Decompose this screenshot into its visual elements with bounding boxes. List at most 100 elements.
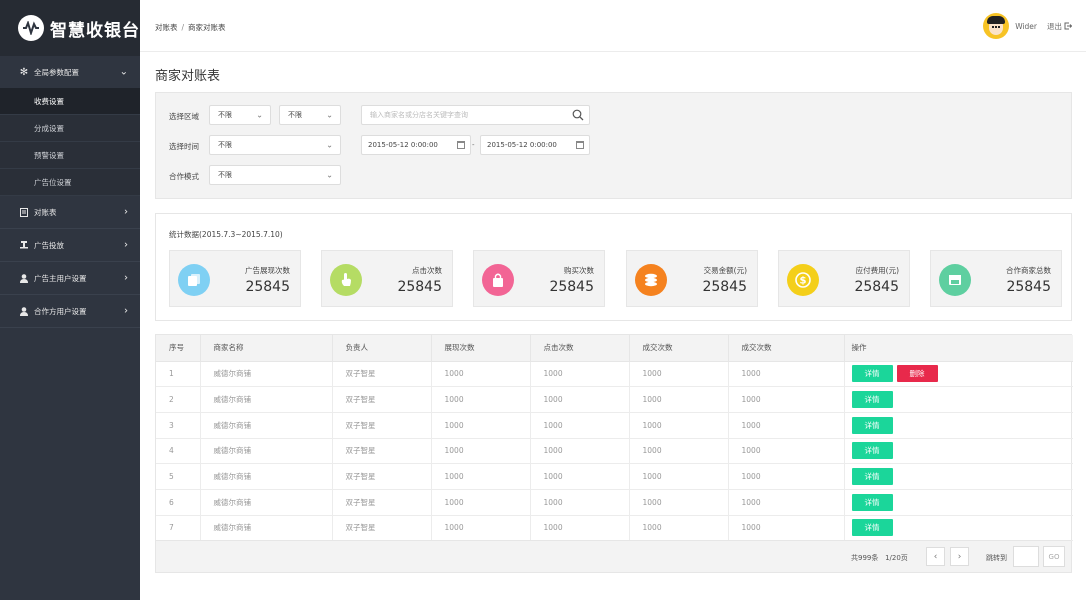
next-page-button[interactable]: › <box>950 547 969 566</box>
table-cell: 1000 <box>431 412 531 439</box>
table-cell: 1000 <box>530 386 630 413</box>
table-cell: 1000 <box>629 361 729 388</box>
time-label: 选择时间 <box>169 142 199 151</box>
column-header: 序号 <box>156 335 201 362</box>
table-row: 5 威德尔商铺 双子智星 1000 1000 1000 1000 详情 <box>156 463 1073 490</box>
user-name[interactable]: Wider <box>1015 22 1037 31</box>
page-title: 商家对账表 <box>155 69 221 84</box>
table-cell: 双子智星 <box>332 489 432 516</box>
hand-pointer-icon <box>330 264 362 296</box>
reconciliation-table: 序号 商家名称 负责人 展现次数 点击次数 成交次数 成交次数 操作 1 威德尔商… <box>155 334 1073 573</box>
logout-button[interactable]: 退出 <box>1047 21 1072 32</box>
table-cell: 1000 <box>629 412 729 439</box>
breadcrumb-item[interactable]: 对账表 <box>155 23 178 32</box>
mode-select[interactable]: 不限 ⌄ <box>209 165 341 185</box>
table-cell: 威德尔商铺 <box>200 386 333 413</box>
table-cell: 1000 <box>530 438 630 465</box>
breadcrumb-current: 商家对账表 <box>188 23 226 32</box>
date-from-input[interactable]: 2015-05-12 0:00:00 <box>361 135 471 155</box>
filter-panel: 选择区域 不限 ⌄ 不限 ⌄ 输入商家名或分店名关键字查询 选择时间 不限 ⌄ 201… <box>155 92 1072 199</box>
chevron-right-icon: › <box>124 206 128 218</box>
sidebar-sub-share-settings[interactable]: 分成设置 <box>0 115 140 142</box>
table-cell: 双子智星 <box>332 412 432 439</box>
copy-icon <box>178 264 210 296</box>
calendar-icon <box>576 141 584 149</box>
chevron-right-icon: › <box>957 551 962 562</box>
stats-panel: 统计数据(2015.7.3~2015.7.10) 广告展现次数 25845 点击… <box>155 213 1072 321</box>
detail-button[interactable]: 详情 <box>851 519 893 537</box>
sidebar-sub-adslot-settings[interactable]: 广告位设置 <box>0 169 140 196</box>
search-icon[interactable] <box>572 109 584 121</box>
time-select[interactable]: 不限 ⌄ <box>209 135 341 155</box>
table-cell: 1000 <box>431 386 531 413</box>
sidebar-item-label: 全局参数配置 <box>34 67 79 77</box>
detail-button[interactable]: 详情 <box>851 365 893 383</box>
region-select-1[interactable]: 不限 ⌄ <box>209 105 271 125</box>
chevron-left-icon: ‹ <box>933 551 938 562</box>
sidebar-sub-alert-settings[interactable]: 预警设置 <box>0 142 140 169</box>
column-header: 展现次数 <box>431 335 531 362</box>
prev-page-button[interactable]: ‹ <box>926 547 945 566</box>
sidebar-item-reconciliation[interactable]: 对账表 › <box>0 196 140 229</box>
actions-cell: 详情 <box>844 463 1073 490</box>
avatar[interactable] <box>983 13 1010 39</box>
sidebar-item-label: 广告主用户设置 <box>34 273 87 283</box>
table-cell: 威德尔商铺 <box>200 438 333 465</box>
jump-label: 跳转到 <box>986 554 1007 562</box>
sidebar-item-label: 对账表 <box>34 207 57 217</box>
sidebar-item-ad-delivery[interactable]: 广告投放 › <box>0 229 140 262</box>
table-cell: 1000 <box>728 412 845 439</box>
table-cell: 1000 <box>530 412 630 439</box>
table-header-row: 序号 商家名称 负责人 展现次数 点击次数 成交次数 成交次数 操作 <box>156 335 1073 362</box>
chevron-down-icon: ⌄ <box>326 140 333 150</box>
dollar-coin-icon: $ <box>787 264 819 296</box>
sidebar-sub-fee-settings[interactable]: 收费设置 <box>0 88 140 115</box>
column-header: 操作 <box>844 335 1073 362</box>
delete-button[interactable]: 删除 <box>896 365 938 383</box>
table-cell: 6 <box>156 489 201 516</box>
detail-button[interactable]: 详情 <box>851 442 893 460</box>
sidebar-item-global-config[interactable]: ✻ 全局参数配置 ⌄ <box>0 56 140 88</box>
detail-button[interactable]: 详情 <box>851 468 893 486</box>
search-input[interactable]: 输入商家名或分店名关键字查询 <box>361 105 590 125</box>
table-cell: 威德尔商铺 <box>200 463 333 490</box>
stat-card-transaction-amount: 交易金额(元) 25845 <box>626 250 758 307</box>
table-cell: 1000 <box>431 361 531 388</box>
table-cell: 1000 <box>728 361 845 388</box>
jump-page-input[interactable] <box>1013 546 1039 567</box>
chevron-down-icon: ⌄ <box>119 66 128 78</box>
table-cell: 1000 <box>728 463 845 490</box>
detail-button[interactable]: 详情 <box>851 416 893 434</box>
shopping-bag-icon <box>482 264 514 296</box>
chevron-right-icon: › <box>124 239 128 251</box>
go-button[interactable]: GO <box>1043 546 1065 567</box>
table-cell: 1000 <box>629 489 729 516</box>
sidebar-item-advertiser-settings[interactable]: 广告主用户设置 › <box>0 262 140 295</box>
table-cell: 威德尔商铺 <box>200 489 333 516</box>
brand-logo[interactable]: 智慧收银台 <box>0 0 140 56</box>
table-cell: 1000 <box>728 386 845 413</box>
sidebar-item-label: 广告投放 <box>34 240 64 250</box>
table-cell: 威德尔商铺 <box>200 412 333 439</box>
gear-icon: ✻ <box>19 66 29 78</box>
pagination: 共999条 1/20页 ‹ › 跳转到 GO <box>156 540 1071 572</box>
table-cell: 4 <box>156 438 201 465</box>
mode-label: 合作模式 <box>169 172 199 181</box>
table-cell: 1000 <box>629 515 729 542</box>
table-cell: 1 <box>156 361 201 388</box>
table-cell: 5 <box>156 463 201 490</box>
table-cell: 7 <box>156 515 201 542</box>
logout-icon <box>1064 22 1072 30</box>
actions-cell: 详情 删除 <box>844 361 1073 388</box>
table-cell: 1000 <box>530 361 630 388</box>
stat-card-payable: $ 应付费用(元) 25845 <box>778 250 910 307</box>
sidebar-item-partner-settings[interactable]: 合作方用户设置 › <box>0 295 140 328</box>
chevron-down-icon: ⌄ <box>326 110 333 120</box>
date-to-input[interactable]: 2015-05-12 0:00:00 <box>480 135 590 155</box>
chevron-down-icon: ⌄ <box>326 170 333 180</box>
table-cell: 1000 <box>530 463 630 490</box>
region-select-2[interactable]: 不限 ⌄ <box>279 105 341 125</box>
detail-button[interactable]: 详情 <box>851 391 893 409</box>
table-cell: 1000 <box>629 386 729 413</box>
detail-button[interactable]: 详情 <box>851 493 893 511</box>
